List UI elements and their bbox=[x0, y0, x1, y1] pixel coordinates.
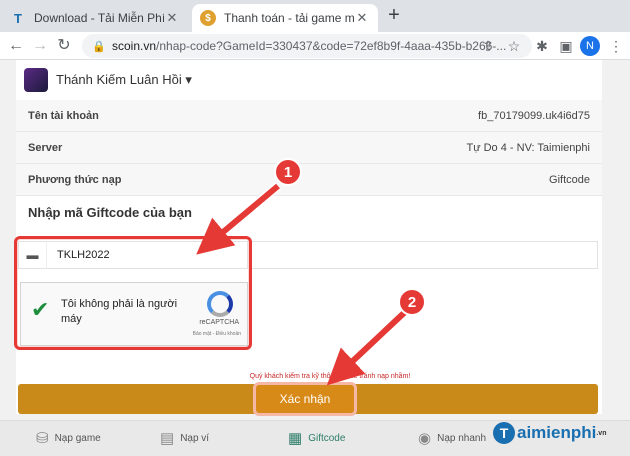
tab-thanh-toan[interactable]: $ Thanh toán - tải game mobile củ ✕ bbox=[192, 4, 378, 32]
info-row-account: Tên tài khoản fb_70179099.uk4i6d75 bbox=[16, 100, 602, 132]
tab-title: Download - Tải Miễn Phí VN - Ph bbox=[34, 11, 164, 25]
watermark: T aimienphi .vn bbox=[493, 422, 606, 444]
scoin-favicon-icon: $ bbox=[200, 10, 216, 26]
nav-nap-game[interactable]: ⛁ Nạp game bbox=[36, 429, 101, 447]
giftcode-input[interactable]: ▬ TKLH2022 bbox=[18, 241, 248, 269]
step-badge-1: 1 bbox=[274, 158, 302, 186]
confirm-button[interactable]: Xác nhận bbox=[253, 382, 357, 416]
recaptcha-terms[interactable]: Bảo mật - Điều khoản bbox=[193, 331, 241, 337]
bookmark-star-icon[interactable]: ☆ bbox=[504, 36, 524, 56]
reload-icon[interactable]: ↻ bbox=[54, 36, 74, 56]
new-tab-icon[interactable]: + bbox=[384, 5, 404, 26]
url-path: /nhap-code?GameId=330437&code=72ef8b9f-4… bbox=[156, 39, 507, 53]
profile-avatar[interactable]: N bbox=[580, 36, 600, 56]
watermark-brand: aimienphi bbox=[517, 423, 597, 442]
info-label: Tên tài khoản bbox=[28, 109, 99, 122]
menu-kebab-icon[interactable]: ⋮ bbox=[606, 36, 626, 56]
giftcode-input-extension[interactable] bbox=[248, 241, 598, 269]
coins-icon: ⛁ bbox=[36, 430, 49, 447]
forward-icon[interactable]: → bbox=[30, 36, 50, 56]
game-avatar bbox=[24, 68, 48, 92]
recaptcha-logo-icon bbox=[207, 291, 233, 317]
browser-toolbar: ← → ↻ 🔒 scoin.vn /nhap-code?GameId=33043… bbox=[0, 32, 630, 60]
page-content: Thánh Kiếm Luân Hồi ▾ Tên tài khoản fb_7… bbox=[0, 60, 630, 456]
back-icon[interactable]: ← bbox=[6, 36, 26, 56]
wallet-icon: ▤ bbox=[160, 430, 175, 447]
game-name: Thánh Kiếm Luân Hồi ▾ bbox=[56, 72, 192, 87]
account-selector[interactable]: Thánh Kiếm Luân Hồi ▾ bbox=[24, 68, 192, 92]
taimienphi-favicon-icon: T bbox=[14, 10, 22, 26]
address-bar[interactable]: 🔒 scoin.vn /nhap-code?GameId=330437&code… bbox=[82, 34, 532, 58]
tab-download[interactable]: T Download - Tải Miễn Phí VN - Ph ✕ bbox=[2, 4, 188, 32]
close-icon[interactable]: ✕ bbox=[164, 10, 180, 26]
card-icon: ▬ bbox=[19, 241, 47, 269]
recaptcha-label: Tôi không phải là người máy bbox=[61, 298, 178, 325]
nav-giftcode[interactable]: ▦ Giftcode bbox=[288, 429, 345, 447]
extensions-icon[interactable]: ✱ bbox=[532, 36, 552, 56]
info-label: Server bbox=[28, 141, 63, 154]
info-value: Tự Do 4 - NV: Taimienphi bbox=[466, 141, 590, 154]
checkmark-icon[interactable]: ✔ bbox=[31, 297, 49, 323]
warning-note: Quý khách kiểm tra kỹ thông tin để tránh… bbox=[249, 373, 411, 380]
nav-label: Nạp ví bbox=[180, 432, 210, 444]
url-host: scoin.vn bbox=[112, 39, 157, 53]
nav-label: Nạp game bbox=[54, 432, 101, 444]
nav-label: Nạp nhanh bbox=[437, 432, 487, 444]
lock-icon: 🔒 bbox=[92, 40, 106, 53]
info-label: Phương thức nạp bbox=[28, 173, 122, 186]
gift-icon: ▦ bbox=[288, 430, 303, 447]
close-icon[interactable]: ✕ bbox=[354, 10, 370, 26]
info-value: fb_70179099.uk4i6d75 bbox=[478, 109, 590, 122]
tab-bar: T Download - Tải Miễn Phí VN - Ph ✕ $ Th… bbox=[0, 0, 630, 32]
info-row-method: Phương thức nạp Giftcode bbox=[16, 164, 602, 196]
nav-nap-nhanh[interactable]: ◉ Nạp nhanh bbox=[418, 429, 486, 447]
info-row-server: Server Tự Do 4 - NV: Taimienphi bbox=[16, 132, 602, 164]
watermark-logo-icon: T bbox=[493, 422, 515, 444]
step-badge-2: 2 bbox=[398, 288, 426, 316]
fast-icon: ◉ bbox=[418, 430, 432, 447]
recaptcha-brand: reCAPTCHA bbox=[199, 319, 239, 326]
nav-nap-vi[interactable]: ▤ Nạp ví bbox=[160, 429, 209, 447]
sidebar-icon[interactable]: ▣ bbox=[556, 36, 576, 56]
watermark-suffix: .vn bbox=[596, 429, 607, 437]
nav-label: Giftcode bbox=[308, 432, 346, 444]
giftcode-value: TKLH2022 bbox=[57, 249, 110, 261]
tab-title: Thanh toán - tải game mobile củ bbox=[224, 11, 354, 25]
giftcode-title: Nhập mã Giftcode của bạn bbox=[28, 205, 192, 220]
share-icon[interactable]: ⇪ bbox=[478, 36, 498, 56]
recaptcha-widget: ✔ Tôi không phải là người máy reCAPTCHA … bbox=[20, 282, 248, 346]
info-value: Giftcode bbox=[549, 173, 590, 186]
